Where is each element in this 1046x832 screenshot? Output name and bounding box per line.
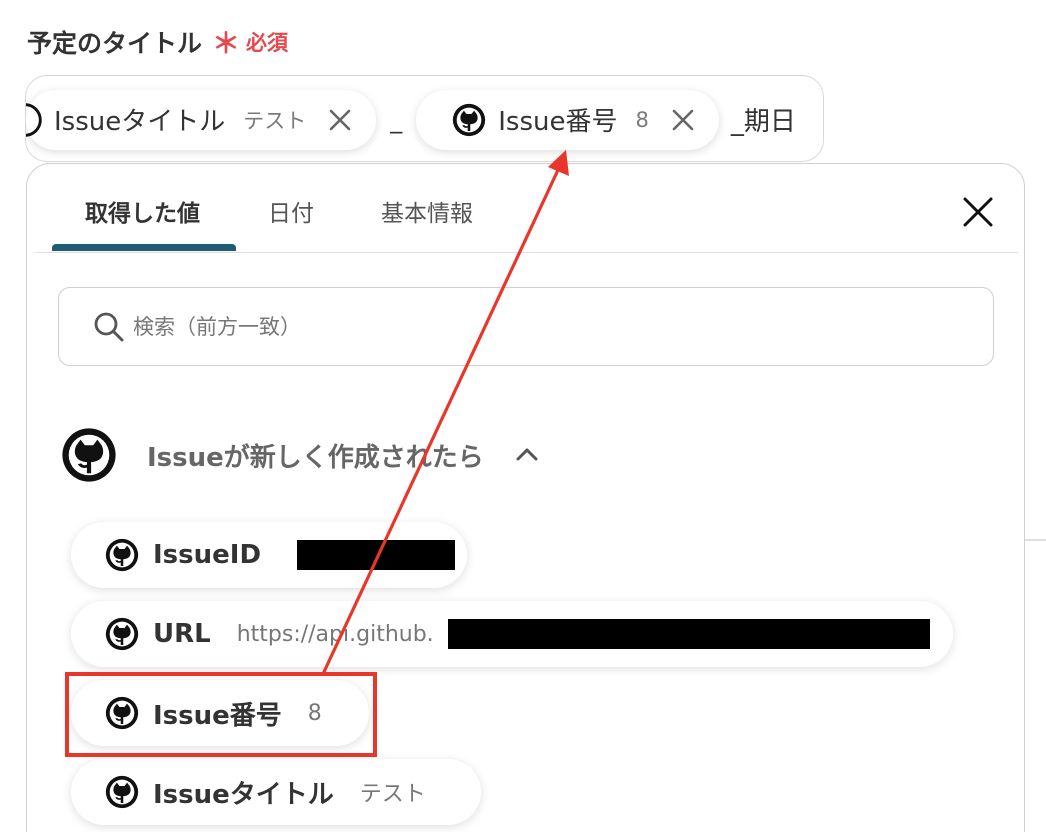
- group-title: Issueが新しく作成されたら: [147, 442, 484, 473]
- item-label: Issueタイトル: [153, 779, 334, 810]
- chip-value: 8: [635, 107, 649, 132]
- group-header[interactable]: Issueが新しく作成されたら: [61, 427, 540, 483]
- remove-chip-icon[interactable]: [326, 106, 354, 134]
- search-icon: [93, 311, 125, 343]
- list-item-issue-title[interactable]: Issueタイトル テスト: [71, 759, 481, 825]
- field-label-text: 予定のタイトル: [27, 29, 203, 58]
- tab-retrieved-values[interactable]: 取得した値: [85, 194, 200, 228]
- search-box: [58, 287, 994, 366]
- title-chip-row: Issueタイトル テスト _ Issue番号 8 _期日: [26, 76, 796, 161]
- chip-label: Issueタイトル: [54, 107, 226, 137]
- highlight-box: [65, 672, 377, 757]
- item-label: URL: [153, 619, 211, 649]
- github-icon: [61, 427, 117, 483]
- tab-basic-info[interactable]: 基本情報: [381, 194, 473, 228]
- redacted-value: [297, 540, 456, 570]
- divider: [1025, 539, 1046, 541]
- item-label: IssueID: [153, 540, 262, 570]
- close-icon[interactable]: [962, 196, 994, 228]
- list-item-issue-id[interactable]: IssueID: [71, 522, 467, 588]
- github-icon: [105, 617, 139, 651]
- github-icon: [452, 103, 486, 137]
- chip-value: テスト: [243, 108, 307, 133]
- github-icon: [26, 102, 42, 137]
- github-icon: [105, 538, 139, 572]
- list-item-url[interactable]: URL https://api.github.: [71, 601, 953, 667]
- suffix-text: _期日: [730, 107, 796, 137]
- title-chip-issue-number[interactable]: Issue番号 8: [416, 89, 719, 150]
- required-star: ＊: [212, 27, 241, 60]
- required-text: 必須: [246, 31, 289, 55]
- tab-bar: 取得した値 日付 基本情報: [35, 164, 1018, 253]
- field-label: 予定のタイトル ＊ 必須: [27, 22, 288, 62]
- title-chip-issue-title[interactable]: Issueタイトル テスト: [26, 89, 377, 150]
- search-input[interactable]: [133, 314, 933, 339]
- github-icon: [105, 775, 139, 809]
- tab-date[interactable]: 日付: [268, 194, 314, 228]
- active-tab-indicator: [52, 244, 236, 251]
- chip-label: Issue番号: [498, 107, 618, 137]
- chevron-up-icon[interactable]: [514, 442, 540, 468]
- item-value: テスト: [359, 782, 426, 807]
- redacted-value: [447, 619, 930, 649]
- title-input[interactable]: Issueタイトル テスト _ Issue番号 8 _期日: [25, 75, 824, 162]
- item-value: https://api.github.: [236, 621, 434, 647]
- separator-text: _: [390, 105, 403, 134]
- remove-chip-icon[interactable]: [669, 106, 697, 134]
